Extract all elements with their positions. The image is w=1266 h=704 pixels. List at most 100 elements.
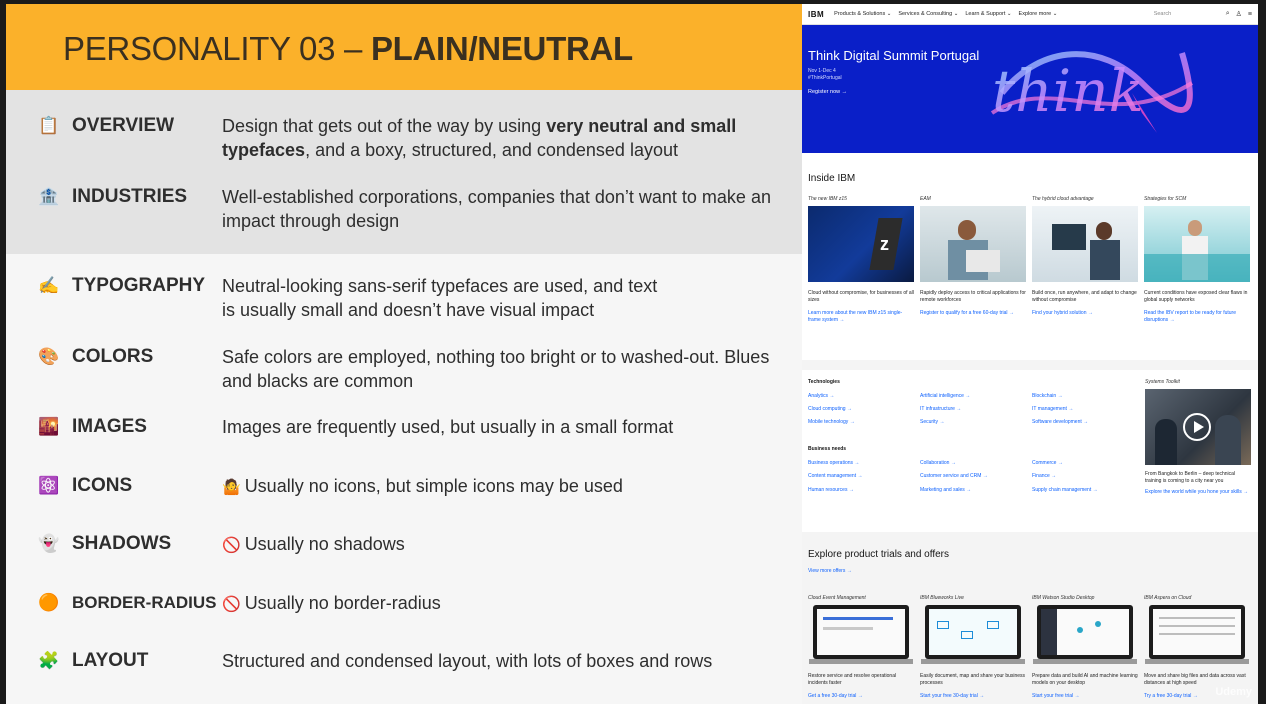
clipboard-icon: 📋	[38, 116, 60, 135]
row-label: SHADOWS	[72, 533, 172, 554]
business-link[interactable]: Business operations →	[808, 460, 859, 466]
office-desk-image	[1032, 206, 1138, 282]
business-link[interactable]: Collaboration →	[920, 460, 956, 466]
inside-ibm-title: Inside IBM	[808, 173, 856, 184]
row-label: INDUSTRIES	[72, 186, 188, 207]
tech-link[interactable]: IT infrastructure →	[920, 406, 961, 412]
business-link[interactable]: Customer service and CRM →	[920, 473, 988, 479]
nav-search-input[interactable]: Search	[1154, 11, 1220, 17]
toolkit-video-thumbnail[interactable]	[1145, 389, 1251, 465]
city-sunset-icon: 🌇	[38, 417, 60, 436]
business-link[interactable]: Commerce →	[1032, 460, 1063, 466]
prohibited-icon: 🚫	[222, 537, 241, 554]
trial-card[interactable]: IBM Watson Studio Desktop Prepare data a…	[1032, 595, 1138, 700]
section-divider	[802, 360, 1258, 370]
think-artwork: think	[990, 51, 1194, 133]
warehouse-image	[1144, 206, 1250, 282]
card-eam[interactable]: EAM Rapidly deploy access to critical ap…	[920, 196, 1026, 324]
udemy-watermark: Udemy	[1215, 686, 1252, 698]
tech-link[interactable]: Blockchain →	[1032, 393, 1063, 399]
person-laptop-image	[920, 206, 1026, 282]
row-label: IMAGES	[72, 416, 147, 437]
hero-sub: Nov 1-Dec 4 #ThinkPortugal	[808, 68, 842, 81]
nav-learn[interactable]: Learn & Support ⌄	[965, 11, 1011, 17]
think-art-text: think	[992, 57, 1144, 125]
row-label: ICONS	[72, 475, 133, 496]
nav-products[interactable]: Products & Solutions ⌄	[834, 11, 891, 17]
ghost-icon: 👻	[38, 534, 60, 553]
business-link[interactable]: Human resources →	[808, 487, 854, 493]
row-desc: 🤷 Usually no icons, but simple icons may …	[222, 476, 623, 496]
hero-register-link[interactable]: Register now →	[808, 89, 847, 95]
row-desc: Structured and condensed layout, with lo…	[222, 651, 713, 671]
ibm-nav-bar: IBM Products & Solutions ⌄ Services & Co…	[802, 4, 1258, 25]
tech-link[interactable]: Analytics →	[808, 393, 834, 399]
row-desc: Well-established corporations, companies…	[222, 187, 771, 231]
shrug-icon: 🤷	[222, 479, 241, 496]
card-hybrid-cloud[interactable]: The hybrid cloud advantage Build once, r…	[1032, 196, 1138, 324]
z15-image: z	[808, 206, 914, 282]
tech-link[interactable]: Artificial intelligence →	[920, 393, 970, 399]
row-label: OVERVIEW	[72, 115, 175, 136]
row-label: LAYOUT	[72, 650, 149, 671]
play-icon[interactable]	[1183, 413, 1211, 441]
trials-section: Explore product trials and offers View m…	[802, 532, 1258, 704]
trial-card[interactable]: IBM Aspera on Cloud Move and share big f…	[1144, 595, 1250, 700]
prohibited-icon: 🚫	[222, 596, 241, 613]
trial-card[interactable]: IBM Blueworks Live Easily document, map …	[920, 595, 1026, 700]
toolkit-card[interactable]: Systems Toolkit From Bangkok to Berlin –…	[1145, 379, 1251, 496]
atom-icon: ⚛️	[38, 476, 60, 495]
tech-link[interactable]: Cloud computing →	[808, 406, 852, 412]
laptop-image	[1033, 605, 1137, 665]
business-link[interactable]: Finance →	[1032, 473, 1056, 479]
bank-icon: 🏦	[38, 187, 60, 206]
laptop-image	[809, 605, 913, 665]
technologies-section: Technologies Analytics → Cloud computing…	[808, 379, 1251, 509]
view-more-offers-link[interactable]: View more offers →	[808, 568, 852, 574]
nav-explore[interactable]: Explore more ⌄	[1019, 11, 1058, 17]
inside-ibm-cards: The new IBM z15 z Cloud without compromi…	[808, 196, 1250, 324]
technologies-title: Technologies	[808, 379, 840, 385]
title-bar: PERSONALITY 03 – PLAIN/NEUTRAL	[6, 4, 802, 90]
tech-link[interactable]: IT management →	[1032, 406, 1073, 412]
business-link[interactable]: Supply chain management →	[1032, 487, 1098, 493]
row-desc: Design that gets out of the way by using…	[222, 116, 737, 160]
laptop-image	[921, 605, 1025, 665]
ibm-homepage-screenshot: IBM Products & Solutions ⌄ Services & Co…	[802, 4, 1258, 704]
row-desc: 🚫 Usually no shadows	[222, 534, 405, 554]
laptop-image	[1145, 605, 1249, 665]
tech-link[interactable]: Software development →	[1032, 419, 1088, 425]
business-link[interactable]: Marketing and sales →	[920, 487, 971, 493]
row-desc: Safe colors are employed, nothing too br…	[222, 347, 770, 391]
user-icon[interactable]: ♙	[1236, 10, 1242, 18]
nav-services[interactable]: Services & Consulting ⌄	[898, 11, 958, 17]
tech-link[interactable]: Security →	[920, 419, 944, 425]
row-desc: Images are frequently used, but usually …	[222, 417, 674, 437]
hero-title: Think Digital Summit Portugal	[808, 48, 980, 63]
slide: PERSONALITY 03 – PLAIN/NEUTRAL 📋 OVERVIE…	[6, 4, 802, 704]
card-z15[interactable]: The new IBM z15 z Cloud without compromi…	[808, 196, 914, 324]
ibm-logo[interactable]: IBM	[808, 10, 824, 19]
writing-hand-icon: ✍️	[38, 276, 60, 295]
business-needs-title: Business needs	[808, 446, 847, 452]
trial-card[interactable]: Cloud Event Management Restore service a…	[808, 595, 914, 700]
card-scm[interactable]: Strategies for SCM Current conditions ha…	[1144, 196, 1250, 324]
puzzle-icon: 🧩	[38, 651, 60, 670]
business-link[interactable]: Content management →	[808, 473, 862, 479]
row-label: TYPOGRAPHY	[72, 275, 206, 296]
trials-title: Explore product trials and offers	[808, 549, 950, 560]
slide-title: PERSONALITY 03 – PLAIN/NEUTRAL	[63, 30, 633, 68]
title-prefix: PERSONALITY 03 –	[63, 30, 371, 67]
row-desc: Neutral-looking sans-serif typefaces are…	[222, 276, 658, 320]
search-icon[interactable]: ⌕	[1226, 10, 1230, 18]
row-desc: 🚫 Usually no border-radius	[222, 593, 441, 613]
row-label: COLORS	[72, 346, 154, 367]
menu-icon[interactable]: ≡	[1248, 11, 1252, 18]
row-label: BORDER-RADIUS	[72, 593, 217, 612]
orange-circle-icon: 🟠	[38, 593, 60, 612]
hero-banner[interactable]: think Think Digital Summit Portugal Nov …	[802, 25, 1258, 153]
palette-icon: 🎨	[38, 347, 60, 366]
title-bold: PLAIN/NEUTRAL	[370, 30, 633, 67]
tech-link[interactable]: Mobile technology →	[808, 419, 855, 425]
trial-cards: Cloud Event Management Restore service a…	[808, 595, 1250, 700]
